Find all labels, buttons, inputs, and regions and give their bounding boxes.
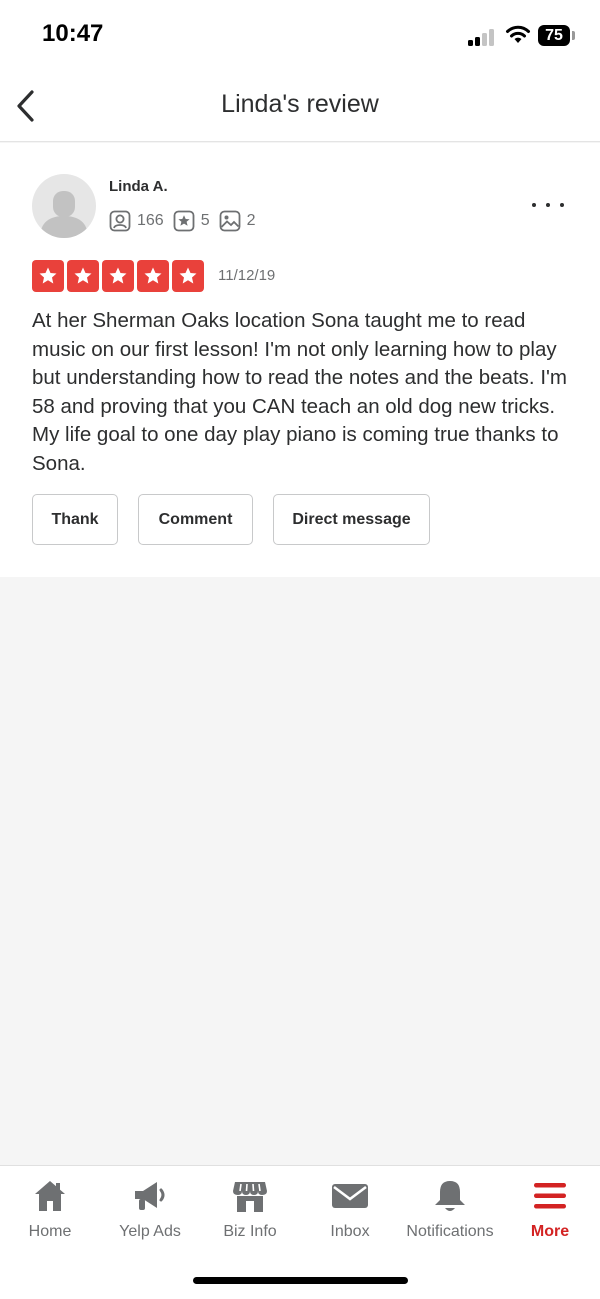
rating-star <box>137 260 169 292</box>
bell-icon <box>435 1181 465 1211</box>
home-icon <box>35 1181 65 1211</box>
reviewer-stats: 166 5 2 <box>109 210 265 232</box>
page-title: Linda's review <box>221 90 379 118</box>
rating-star <box>67 260 99 292</box>
friends-icon <box>109 210 131 232</box>
dot <box>532 203 536 207</box>
tab-yelp-ads[interactable]: Yelp Ads <box>100 1166 200 1266</box>
more-options-button[interactable] <box>530 195 566 215</box>
tab-notifications[interactable]: Notifications <box>400 1166 500 1266</box>
tab-inbox[interactable]: Inbox <box>300 1166 400 1266</box>
star-icon <box>144 267 162 284</box>
avatar[interactable] <box>32 174 96 238</box>
wifi-icon <box>506 25 530 43</box>
megaphone-icon <box>135 1182 165 1210</box>
star-icon <box>179 267 197 284</box>
review-actions: Thank Comment Direct message <box>32 494 450 545</box>
storefront-icon <box>233 1182 267 1212</box>
reviews-stat: 5 <box>173 210 210 232</box>
tab-more[interactable]: More <box>500 1166 600 1266</box>
star-icon <box>39 267 57 284</box>
reviews-count: 5 <box>200 212 210 229</box>
thank-button[interactable]: Thank <box>32 494 118 545</box>
dot <box>546 203 550 207</box>
star-rating <box>32 260 207 292</box>
nav-header: Linda's review <box>0 72 600 142</box>
tab-home[interactable]: Home <box>0 1166 100 1266</box>
tab-biz-info[interactable]: Biz Info <box>200 1166 300 1266</box>
comment-button[interactable]: Comment <box>138 494 253 545</box>
tab-label: Biz Info <box>223 1223 277 1240</box>
review-star-icon <box>173 210 195 232</box>
rating-star <box>102 260 134 292</box>
star-icon <box>74 267 92 284</box>
tab-label: Notifications <box>406 1223 494 1240</box>
dot <box>560 203 564 207</box>
photo-icon <box>219 210 241 232</box>
reviewer-name[interactable]: Linda A. <box>109 178 168 195</box>
status-bar: 10:47 75 <box>0 0 600 72</box>
cellular-signal-icon <box>468 28 498 46</box>
tab-label: Home <box>28 1223 72 1240</box>
battery-cap <box>572 31 575 40</box>
photos-count: 2 <box>246 212 256 229</box>
friends-stat: 166 <box>109 210 164 232</box>
rating-star <box>172 260 204 292</box>
tab-label: Inbox <box>330 1223 370 1240</box>
status-time: 10:47 <box>42 20 104 47</box>
tab-label: Yelp Ads <box>119 1223 181 1240</box>
friends-count: 166 <box>137 212 164 229</box>
direct-message-button[interactable]: Direct message <box>273 494 430 545</box>
tab-label: More <box>530 1223 570 1240</box>
battery-indicator: 75 <box>538 25 570 46</box>
envelope-icon <box>332 1184 368 1208</box>
menu-icon <box>534 1183 566 1209</box>
photos-stat: 2 <box>219 210 256 232</box>
home-indicator <box>193 1277 408 1284</box>
rating-star <box>32 260 64 292</box>
review-text: At her Sherman Oaks location Sona taught… <box>32 309 568 475</box>
default-user-icon <box>40 191 88 238</box>
star-icon <box>109 267 127 284</box>
review-card: Linda A. 166 5 2 11/12/19 At her Sherman… <box>0 143 600 577</box>
review-date: 11/12/19 <box>218 267 276 284</box>
